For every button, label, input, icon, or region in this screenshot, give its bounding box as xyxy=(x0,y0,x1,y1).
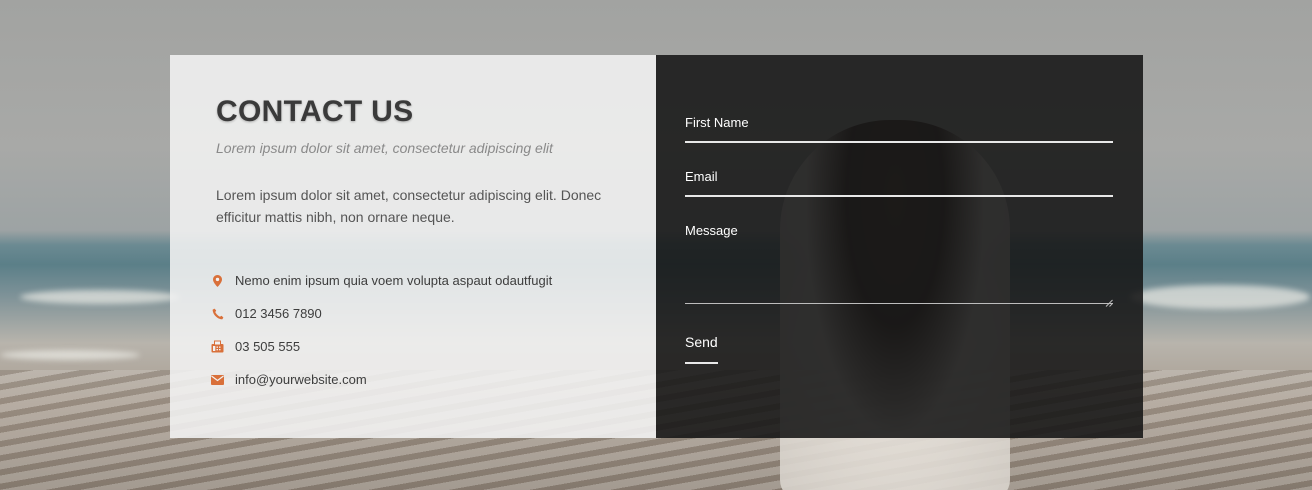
contact-form: First Name Email Message Send xyxy=(685,115,1113,364)
fax-icon xyxy=(211,340,224,353)
first-name-input[interactable] xyxy=(685,115,1113,141)
send-button[interactable]: Send xyxy=(685,334,718,364)
page-title: CONTACT US xyxy=(216,95,414,128)
message-textarea[interactable] xyxy=(685,223,1113,303)
envelope-icon xyxy=(211,373,224,386)
page-subtitle: Lorem ipsum dolor sit amet, consectetur … xyxy=(216,140,553,156)
contact-form-panel: First Name Email Message Send xyxy=(656,55,1143,438)
contact-description: Lorem ipsum dolor sit amet, consectetur … xyxy=(216,187,602,225)
contact-info-panel: CONTACT US Lorem ipsum dolor sit amet, c… xyxy=(170,55,656,438)
message-field: Message xyxy=(685,223,1113,307)
contact-info-list: Nemo enim ipsum quia voem volupta aspaut… xyxy=(211,264,610,396)
email-item: info@yourwebsite.com xyxy=(211,363,610,396)
fax-item: 03 505 555 xyxy=(211,330,610,363)
email-input[interactable] xyxy=(685,169,1113,195)
email-field: Email xyxy=(685,169,1113,197)
email-text[interactable]: info@yourwebsite.com xyxy=(235,372,367,387)
phone-text: 012 3456 7890 xyxy=(235,306,322,321)
contact-card: CONTACT US Lorem ipsum dolor sit amet, c… xyxy=(170,55,1143,438)
address-text: Nemo enim ipsum quia voem volupta aspaut… xyxy=(235,273,553,288)
map-marker-icon xyxy=(211,274,224,287)
resize-handle-icon[interactable] xyxy=(1105,294,1113,307)
first-name-field: First Name xyxy=(685,115,1113,143)
phone-item: 012 3456 7890 xyxy=(211,297,610,330)
fax-text: 03 505 555 xyxy=(235,339,301,354)
phone-icon xyxy=(211,307,224,320)
address-item: Nemo enim ipsum quia voem volupta aspaut… xyxy=(211,264,610,297)
